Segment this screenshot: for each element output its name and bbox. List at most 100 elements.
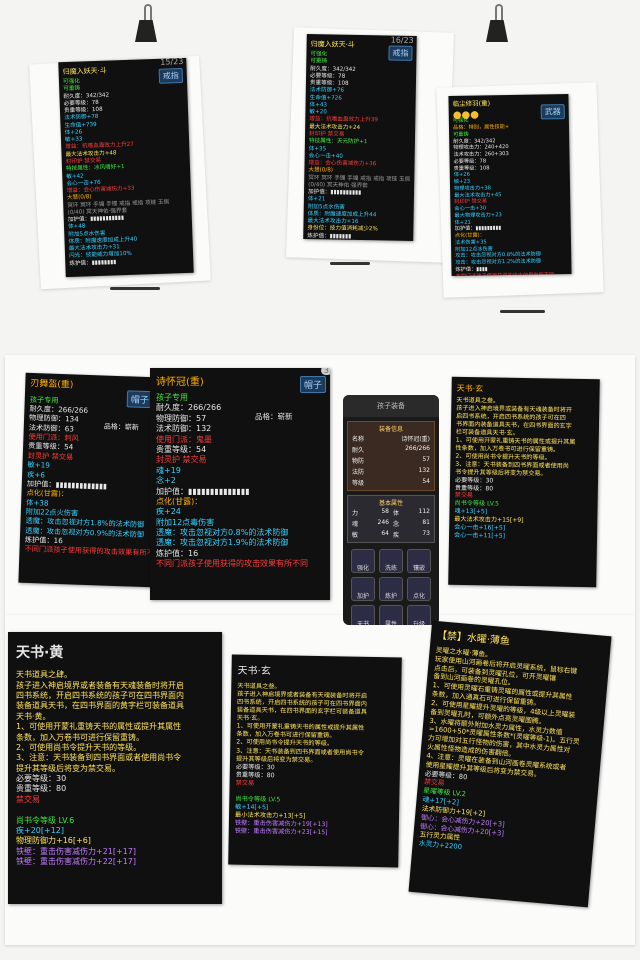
function-button[interactable]: 洗练 (379, 549, 403, 573)
page-counter: 3 (320, 368, 330, 375)
info-value: 266/266 (405, 445, 430, 452)
function-button[interactable]: 属性 (379, 605, 403, 625)
item-stats: 孩子专用 耐久度：266/266 物理防御：134 法术防御：63 使用门派：刺风 贵重等… (19, 394, 157, 558)
stat-line: 尚书令等级 LV.6 (16, 815, 75, 825)
stat-line: 魂+19 (156, 465, 181, 475)
page-counter: 15/23 (160, 57, 184, 67)
stat-key: 体 (393, 510, 400, 517)
gem-icons: ●●● (452, 109, 480, 121)
stat-line: 疾+20[+12] (16, 826, 65, 836)
item-quality: 品格：崭新 (103, 422, 139, 432)
info-row: 耐久 266/266 (350, 444, 432, 455)
stat-row: 体 112 (391, 507, 432, 518)
stat-row: 疾 73 (391, 529, 432, 540)
equipment-info-panel: 装备信息 名称 诗怀冠(重) 耐久 266/266 物防 57 法防 132 等级 54 (347, 421, 435, 491)
stat-line: 封灵护 禁交易 (156, 455, 207, 465)
stat-line: 耐久度：266/266 (156, 403, 222, 413)
stat-line: 禁交易 (16, 794, 40, 804)
stat-line: 贵重等级：54 (156, 444, 207, 454)
stat-line: 装备道具天书，在四书界面的黄字栏可装备道具 (16, 701, 184, 711)
info-row: 等级 54 (350, 477, 432, 488)
stat-row: 念 81 (391, 518, 432, 529)
stat-line: 天书·黄。 (16, 711, 51, 721)
slot-badge: 帽子 (299, 376, 326, 393)
function-button[interactable]: 升级 (407, 605, 431, 625)
stat-line: 使用门派：鬼墨 (156, 434, 212, 444)
stat-value: 112 (418, 508, 430, 515)
stat-line: 必要等级：30 (16, 774, 67, 784)
stat-row: 魂 246 (350, 518, 391, 529)
stats-panel: 基本属性 力 58 体 112 魂 246 念 81 敏 64 疾 73 (347, 495, 435, 543)
stat-line: 物理防御力+16[+6] (16, 836, 91, 846)
stat-key: 疾 (393, 532, 400, 539)
stat-line: 念+2 (156, 476, 176, 486)
stat-line: 3、注意：天书装备到四书界面或者使用尚书令 (16, 753, 182, 763)
function-button[interactable]: 镶嵌 (407, 549, 431, 573)
item-tooltip-card-1: 15/23 归魔入妖天·斗 戒指 可强化 可重铸 耐久度：342/342 必要等级：7… (58, 57, 194, 278)
slot-badge: 戒指 (388, 45, 413, 61)
binder-clip-left (135, 4, 157, 44)
function-button[interactable]: 炼护 (379, 577, 403, 601)
function-button[interactable]: 天书 (351, 605, 375, 625)
stat-line: 透魔：攻击忽视对方1.9%的法术防御 (156, 538, 289, 548)
item-stats: 可强化 可重铸 耐久度：342/342 必要等级：78 贵重等级：108 法术防御+78 生… (59, 75, 194, 268)
stat-value: 73 (422, 530, 430, 537)
function-button[interactable]: 强化 (351, 549, 375, 573)
item-stats: 可强化 可重铸 耐久度：342/342 必要等级：78 贵重等级：108 法术防御+76 生… (303, 51, 416, 241)
stat-line: 贵重等级：80 (16, 784, 67, 794)
stat-line: 炼护值：16 (156, 548, 199, 558)
stat-value: 246 (377, 519, 389, 526)
item-quality: 品格：崭新 (255, 412, 293, 421)
page-counter: 16/23 (390, 35, 414, 45)
slot-badge: 武器 (540, 104, 565, 120)
stat-line: 点化(甘露)： (156, 496, 203, 506)
info-row: 物防 57 (350, 455, 432, 466)
info-key: 等级 (352, 480, 365, 487)
stat-value: 58 (381, 508, 389, 515)
stat-line: 孩子专用 (156, 393, 188, 402)
item-title: 天书·玄 (456, 383, 484, 394)
function-button[interactable]: 点化 (407, 577, 431, 601)
item-stats: 天书道具之肆。 孩子进入神启境界或者装备有天魂装备时将开启 四书系统，开启四书系统的… (8, 670, 222, 867)
stat-row: 敏 64 (350, 529, 391, 540)
info-row: 名称 诗怀冠(重) (350, 433, 432, 444)
stat-line: 孩子进入神启境界或者装备有天魂装备时将开启 (16, 680, 184, 690)
stat-line: 附加12点毒伤害 (156, 517, 215, 527)
stat-line: 疾+24 (156, 507, 181, 517)
stat-line: 天书道具之肆。 (16, 670, 72, 680)
stats-panel-title: 基本属性 (378, 500, 403, 507)
panel-title: 装备信息 (378, 426, 403, 433)
item-tooltip-card-6: 天书·玄 天书道具之叁。 孩子进入神启境界或装备有天魂装备时将开 启四书系统，开启四… (448, 376, 600, 588)
stat-line: 2、可使用尚书令提升天书的等级。 (16, 742, 142, 752)
item-title: 天书·黄 (16, 645, 64, 661)
stat-value: 64 (381, 530, 389, 537)
info-value: 诗怀冠(重) (401, 436, 430, 443)
item-tooltip-card-8: 天书·玄 天书道具之叁。 孩子进入神启境界或者装备有天魂装备时将开启 四书系统，开启… (228, 654, 402, 868)
slot-badge: 戒指 (158, 67, 184, 84)
info-key: 名称 (352, 436, 365, 443)
phone-screenshot: 孩子装备 装备信息 名称 诗怀冠(重) 耐久 266/266 物防 57 法防 132 等级 54… (343, 395, 439, 625)
stat-line: 铁壁：重击伤害减伤力+23[+15] (234, 827, 328, 837)
binder-clip-right (486, 4, 508, 44)
stat-line: 四书系统，开启四书系统的孩子可在四书界面内 (16, 690, 184, 700)
item-tooltip-card-3: ●●● 临尘修羽(重) 武器 可强化 品格：特别，属性技能+ 可重铸 耐久度：342/… (448, 93, 572, 277)
info-key: 耐久 (352, 447, 365, 454)
divider-line (110, 287, 160, 290)
stat-line: 会心一击+11[+5] (453, 531, 506, 540)
stat-line: 法术防御：132 (156, 424, 212, 434)
item-tooltip-card-9: 【禁】水曜·薄鱼 灵曜之水曜·薄鱼。 玩家使用山河画卷后将开启灵曜系统，鼠标右键点… (408, 620, 612, 908)
item-tooltip-card-7: 天书·黄 天书道具之肆。 孩子进入神启境界或者装备有天魂装备时将开启 四书系统，开启… (8, 632, 222, 904)
function-button[interactable]: 加护 (351, 577, 375, 601)
stat-line: 透魔：攻击忽视对方0.8%的法术防御 (156, 528, 289, 538)
stat-line: 物理防御：57 (156, 413, 207, 423)
item-title: 天书·玄 (237, 665, 271, 678)
item-stats: 可强化 品格：特别，属性技能+ 可重铸 耐久度：342/342 物理攻击力：240+42… (449, 116, 572, 276)
phone-title: 孩子装备 (343, 395, 439, 417)
info-key: 法防 (352, 469, 365, 476)
info-value: 54 (422, 478, 430, 485)
stat-line: 1、可使用开蒙礼重铸天书的属性或提升其属性 (16, 722, 182, 732)
item-title: 诗怀冠(重) (156, 377, 204, 388)
stat-key: 敏 (352, 532, 359, 539)
item-tooltip-card-4: 刃舞盔(重) 帽子 品格：崭新 孩子专用 耐久度：266/266 物理防御：134 法… (18, 372, 158, 588)
item-stats: 灵曜之水曜·薄鱼。 玩家使用山河画卷后将开启灵曜系统，鼠标右键 点击后，可装备到灵曜… (412, 646, 609, 864)
